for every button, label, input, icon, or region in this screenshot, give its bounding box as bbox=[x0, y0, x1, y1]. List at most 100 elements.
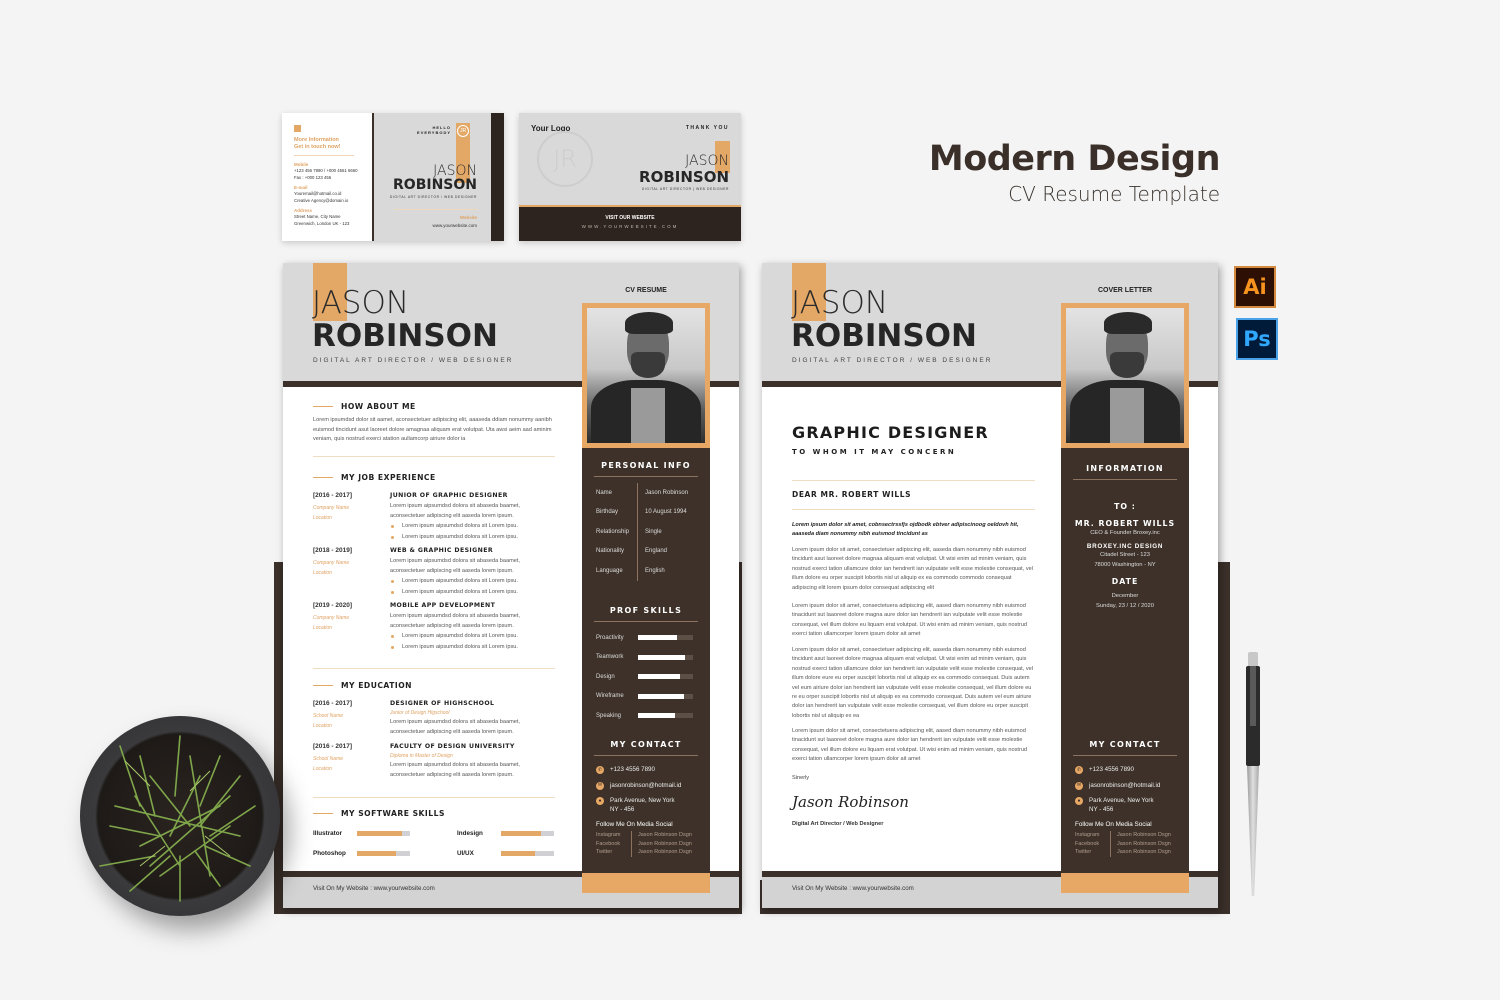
card-footer-band: VISIT OUR WEBSITE WWW.YOURWEBSITE.COM bbox=[519, 205, 741, 241]
job-years: [2018 - 2019] bbox=[313, 547, 353, 554]
skill-row: Wireframe bbox=[582, 687, 710, 707]
about-text: Lorem ipsumdsd dolor sit aamet, aconsect… bbox=[313, 417, 552, 442]
info-row: Name Jason Robinson bbox=[582, 483, 710, 503]
software-name: Photoshop bbox=[313, 850, 346, 857]
job-years: [2019 - 2020] bbox=[313, 602, 353, 609]
social-network: Twitter bbox=[596, 849, 613, 855]
card-contact-panel: More Information Get in touch now! Mobil… bbox=[282, 113, 372, 241]
skill-name: Proactivity bbox=[596, 634, 624, 641]
job-desc: Lorem ipsum aipsumdsd dolora sit abaseda… bbox=[390, 613, 520, 629]
card-email-label: E-mail bbox=[294, 185, 308, 190]
divider bbox=[1073, 479, 1177, 480]
accent-block bbox=[1061, 873, 1189, 893]
skill-bar bbox=[638, 674, 693, 680]
divider bbox=[594, 476, 698, 477]
info-row: Relationship Single bbox=[582, 522, 710, 542]
social-handle: Jason Robinson Dsgn bbox=[1117, 832, 1171, 838]
section-heading: MY EDUCATION bbox=[341, 681, 413, 690]
divider bbox=[313, 797, 555, 798]
job-company: Company Name bbox=[313, 560, 350, 566]
contact-phone: +123 4556 7890 bbox=[1089, 766, 1134, 773]
section-about: HOW ABOUT ME bbox=[313, 402, 416, 411]
resume-page: JASON ROBINSON DIGITAL ART DIRECTOR / WE… bbox=[283, 263, 739, 908]
photoshop-icon: Ps bbox=[1236, 318, 1278, 360]
position-title: GRAPHIC DESIGNER bbox=[792, 423, 989, 442]
cover-sidebar: INFORMATION TO : MR. ROBERT WILLS CEO & … bbox=[1061, 303, 1189, 893]
edu-subtitle: Junior of Design Higschool bbox=[390, 710, 450, 716]
software-skill: UI/UX bbox=[457, 850, 554, 857]
first-name: JASON bbox=[791, 285, 889, 321]
card-website: www.yourwebsite.com bbox=[432, 223, 477, 228]
info-value: Single bbox=[645, 528, 662, 535]
recipient-street: Citadel Street - 123 bbox=[1100, 552, 1150, 558]
card-last-name: ROBINSON bbox=[639, 168, 729, 186]
skill-name: Speaking bbox=[596, 712, 622, 719]
info-key: Language bbox=[596, 561, 638, 581]
phone-icon: ✆ bbox=[1075, 766, 1083, 774]
cover-letter-page: JASON ROBINSON DIGITAL ART DIRECTOR / WE… bbox=[762, 263, 1218, 908]
contact-address-2: NY - 456 bbox=[1089, 805, 1114, 813]
edu-location: Location bbox=[313, 765, 332, 772]
illustrator-icon: Ai bbox=[1234, 266, 1276, 308]
edu-desc: Lorem ipsum aipsumdsd dolora sit abaseda… bbox=[390, 719, 520, 735]
skill-bar bbox=[638, 713, 693, 719]
job-years: [2016 - 2017] bbox=[313, 492, 353, 499]
software-bar bbox=[501, 831, 554, 836]
card-name-panel: JR HELLO EVERYBODY JASON ROBINSON DIGITA… bbox=[372, 113, 491, 241]
software-bar bbox=[357, 851, 410, 856]
letter-intro: Lorem ipsum dolor sit amet, cobnsectrssf… bbox=[792, 522, 1019, 538]
date-label: DATE bbox=[1111, 577, 1139, 586]
last-name: ROBINSON bbox=[312, 318, 498, 354]
edu-desc: Lorem ipsum aipsumdsd dolora sit abaseda… bbox=[390, 762, 520, 778]
job-role: DIGITAL ART DIRECTOR / WEB DESIGNER bbox=[792, 357, 993, 364]
divider bbox=[294, 155, 354, 156]
job-title: MOBILE APP DEVELOPMENT bbox=[390, 602, 496, 609]
software-skill: Indesign bbox=[457, 830, 554, 837]
software-skill: Photoshop bbox=[313, 850, 410, 857]
edu-title: FACULTY OF DESIGN UNIVERSITY bbox=[390, 743, 515, 750]
letter-closing: Sinerly bbox=[792, 775, 810, 781]
monogram-logo: JR bbox=[537, 131, 593, 187]
social-handle: Jason Robinson Dsgn bbox=[638, 849, 692, 855]
card-first-name: JASON bbox=[685, 153, 729, 169]
divider bbox=[594, 621, 698, 622]
doc-label: COVER LETTER bbox=[1097, 287, 1153, 294]
social-list: Instagram Facebook Twitter Jason Robinson … bbox=[1061, 831, 1189, 857]
prof-skills-heading: PROF SKILLS bbox=[609, 606, 683, 615]
divider bbox=[594, 755, 698, 756]
social-list: Instagram Facebook Twitter Jason Robinson … bbox=[582, 831, 710, 857]
edu-school: School Name bbox=[313, 756, 344, 762]
software-name: Indesign bbox=[457, 830, 483, 837]
info-row: Nationality England bbox=[582, 541, 710, 561]
signature-role: Digital Art Director / Web Designer bbox=[792, 821, 884, 827]
card-role: DIGITAL ART DIRECTOR | WEB DESIGNER bbox=[641, 187, 729, 191]
social-network: Facebook bbox=[1075, 840, 1100, 847]
card-last-name: ROBINSON bbox=[393, 177, 477, 193]
social-network: Facebook bbox=[596, 840, 621, 847]
info-value: Jason Robinson bbox=[645, 489, 689, 496]
job-company: Company Name bbox=[313, 615, 350, 621]
divider bbox=[313, 456, 555, 457]
info-key: Nationality bbox=[596, 541, 638, 561]
social-handle: Jason Robinson Dsgn bbox=[1117, 840, 1171, 847]
card-fax: Fax : +000 123 456 bbox=[294, 174, 332, 180]
location-pin-icon: ● bbox=[596, 797, 604, 805]
job-desc: Lorem ipsum aipsumdsd dolora sit abaseda… bbox=[390, 503, 520, 519]
card-thank-you: THANK YOU bbox=[685, 125, 729, 131]
section-heading: MY SOFTWARE SKILLS bbox=[341, 809, 445, 818]
job-desc: Lorem ipsum aipsumdsd dolora sit abaseda… bbox=[390, 558, 520, 574]
divider bbox=[792, 509, 1035, 510]
card-role: DIGITAL ART DIRECTOR / WEB DESIGNER bbox=[389, 195, 477, 199]
info-value: 10 August 1994 bbox=[645, 509, 687, 516]
job-location: Location bbox=[313, 569, 332, 576]
job-bullet: Lorem ipsum aipsumdsd dolora sit Lorem i… bbox=[390, 576, 555, 587]
date-month: December bbox=[1111, 593, 1139, 599]
business-card-back: Your Logo JR THANK YOU JASON ROBINSON DI… bbox=[519, 113, 741, 241]
contact-email: jasonrobinson@hotmail.id bbox=[610, 781, 682, 789]
edu-title: DESIGNER OF HIGHSCHOOL bbox=[390, 700, 495, 707]
job-location: Location bbox=[313, 514, 332, 521]
skill-bar-fill bbox=[638, 654, 685, 660]
to-label: TO : bbox=[1114, 502, 1136, 511]
skill-name: Teamwork bbox=[596, 654, 624, 661]
divider bbox=[792, 480, 1035, 481]
